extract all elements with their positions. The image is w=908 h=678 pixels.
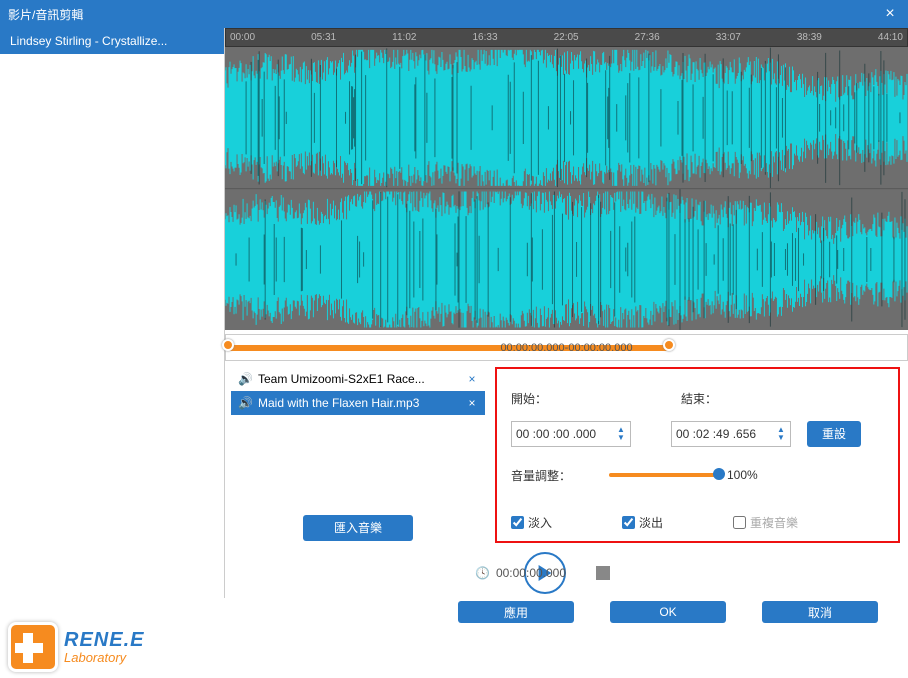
playback-bar: 🕓 00:00:00.000 (225, 549, 908, 598)
import-music-button[interactable]: 匯入音樂 (303, 515, 413, 541)
track-name: Team Umizoomi-S2xE1 Race... (258, 372, 460, 386)
repeat-input[interactable] (733, 516, 746, 529)
fade-out-checkbox[interactable]: 淡出 (622, 514, 663, 531)
start-time-value: 00 :00 :00 .000 (516, 427, 596, 441)
sidebar-item-video[interactable]: Lindsey Stirling - Crystallize... (0, 28, 224, 54)
playback-time-value: 00:00:00.000 (496, 566, 566, 580)
fade-out-label: 淡出 (639, 514, 663, 531)
track-item[interactable]: 🔊 Team Umizoomi-S2xE1 Race... × (231, 367, 485, 391)
ruler-tick: 00:00 (230, 32, 255, 43)
fade-in-checkbox[interactable]: 淡入 (511, 514, 552, 531)
ruler-tick: 33:07 (716, 32, 741, 43)
end-time-label: 結束： (681, 390, 741, 407)
start-time-spinner[interactable]: ▲▼ (616, 426, 626, 442)
ruler-tick: 16:33 (473, 32, 498, 43)
trim-handle-end[interactable] (663, 339, 675, 351)
start-time-input[interactable]: 00 :00 :00 .000 ▲▼ (511, 421, 631, 447)
main-area: Lindsey Stirling - Crystallize... 00:000… (0, 28, 908, 598)
sidebar-item-label: Lindsey Stirling - Crystallize... (10, 34, 167, 48)
remove-track-icon[interactable]: × (466, 396, 478, 410)
ruler-tick: 44:10 (878, 32, 903, 43)
ruler-tick: 05:31 (311, 32, 336, 43)
logo-line1: RENE.E (64, 629, 144, 652)
track-list: 🔊 Team Umizoomi-S2xE1 Race... × 🔊 Maid with … (231, 367, 485, 543)
content: 00:00 05:31 11:02 16:33 22:05 27:36 33:07 38:39… (225, 28, 908, 598)
window-title: 影片/音訊剪輯 (8, 6, 880, 23)
ruler-tick: 38:39 (797, 32, 822, 43)
volume-label: 音量調整： (511, 467, 601, 484)
end-time-input[interactable]: 00 :02 :49 .656 ▲▼ (671, 421, 791, 447)
apply-button-label: 應用 (504, 604, 528, 621)
speaker-icon: 🔊 (238, 372, 252, 386)
playback-time-display: 🕓 00:00:00.000 (475, 566, 566, 580)
clock-icon: 🕓 (475, 566, 490, 580)
cancel-button[interactable]: 取消 (762, 601, 878, 623)
settings-panel: 開始： 結束： 00 :00 :00 .000 ▲▼ 00 :02 :49 .6… (495, 367, 900, 543)
ruler-tick: 22:05 (554, 32, 579, 43)
stop-button[interactable] (596, 566, 610, 580)
window-titlebar: 影片/音訊剪輯 × (0, 0, 908, 28)
remove-track-icon[interactable]: × (466, 372, 478, 386)
ok-button-label: OK (659, 605, 676, 619)
ruler-tick: 27:36 (635, 32, 660, 43)
timeline-ruler: 00:00 05:31 11:02 16:33 22:05 27:36 33:07 38:39… (225, 28, 908, 47)
reset-button[interactable]: 重設 (807, 421, 861, 447)
logo-text: RENE.E Laboratory (64, 629, 144, 665)
repeat-checkbox[interactable]: 重複音樂 (733, 514, 798, 531)
fade-out-input[interactable] (622, 516, 635, 529)
volume-slider[interactable] (609, 473, 719, 477)
cancel-button-label: 取消 (808, 604, 832, 621)
track-item[interactable]: 🔊 Maid with the Flaxen Hair.mp3 × (231, 391, 485, 415)
logo-badge-icon (8, 622, 58, 672)
volume-slider-thumb[interactable] (713, 468, 725, 480)
volume-value: 100% (727, 468, 758, 482)
fade-in-label: 淡入 (528, 514, 552, 531)
volume-row: 音量調整： 100% (511, 467, 884, 484)
ruler-tick: 11:02 (392, 32, 416, 43)
apply-button[interactable]: 應用 (458, 601, 574, 623)
end-time-value: 00 :02 :49 .656 (676, 427, 756, 441)
checkbox-row: 淡入 淡出 重複音樂 (511, 514, 884, 531)
start-time-label: 開始： (511, 390, 611, 407)
trim-range-label: 00:00:00.000-00:00:00.000 (500, 342, 632, 354)
close-icon[interactable]: × (880, 5, 900, 23)
sidebar: Lindsey Stirling - Crystallize... (0, 28, 225, 598)
trim-range-bar[interactable]: 00:00:00.000-00:00:00.000 (225, 334, 908, 361)
import-music-label: 匯入音樂 (334, 519, 382, 536)
end-time-spinner[interactable]: ▲▼ (776, 426, 786, 442)
track-name: Maid with the Flaxen Hair.mp3 (258, 396, 460, 410)
lower-panel: 🔊 Team Umizoomi-S2xE1 Race... × 🔊 Maid with … (225, 361, 908, 549)
logo-line2: Laboratory (64, 650, 144, 665)
speaker-icon: 🔊 (238, 396, 252, 410)
repeat-label: 重複音樂 (750, 514, 798, 531)
waveform-display[interactable] (225, 47, 908, 330)
brand-logo: RENE.E Laboratory (8, 622, 144, 672)
reset-button-label: 重設 (822, 425, 846, 442)
fade-in-input[interactable] (511, 516, 524, 529)
ok-button[interactable]: OK (610, 601, 726, 623)
